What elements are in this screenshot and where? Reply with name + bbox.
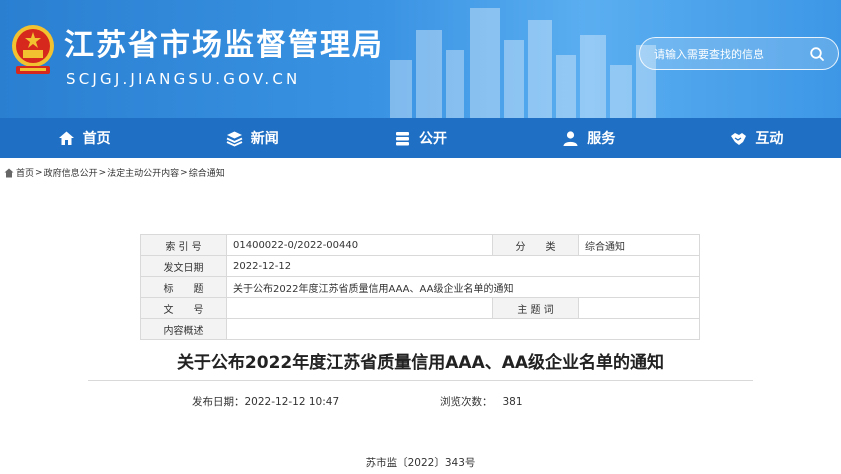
nav-item-label: 服务: [587, 131, 616, 147]
title-value: 关于公布2022年度江苏省质量信用AAA、AA级企业名单的通知: [226, 276, 700, 298]
site-domain: SCJGJ.JIANGSU.GOV.CN: [66, 70, 301, 88]
nav-item-label: 新闻: [250, 131, 279, 147]
stack-icon: [396, 131, 409, 145]
breadcrumb-separator: >: [180, 167, 188, 178]
breadcrumb-link-statutory[interactable]: 法定主动公开内容: [107, 166, 179, 179]
nav-item-home[interactable]: 首页: [0, 118, 168, 158]
publish-value: 2022-12-12 10:47: [244, 396, 340, 408]
nav-item-news[interactable]: 新闻: [168, 118, 336, 158]
table-row: 标 题 关于公布2022年度江苏省质量信用AAA、AA级企业名单的通知: [140, 276, 700, 298]
breadcrumb-link-gov-info[interactable]: 政府信息公开: [44, 166, 98, 179]
layers-icon: [226, 131, 243, 146]
docno-value: [226, 297, 493, 319]
publish-label: 发布日期：: [192, 396, 245, 408]
subject-label: 主 题 词: [492, 297, 579, 319]
table-row: 内容概述: [140, 318, 700, 340]
views-label: 浏览次数：: [440, 396, 493, 408]
user-icon: [563, 130, 578, 146]
summary-value: [226, 318, 700, 340]
title-label: 标 题: [140, 276, 227, 298]
breadcrumb-separator: >: [98, 167, 107, 178]
nav-item-label: 首页: [82, 131, 111, 147]
summary-label: 内容概述: [140, 318, 227, 340]
view-count: 浏览次数： 381: [440, 394, 523, 409]
nav-item-label: 互动: [755, 131, 784, 147]
breadcrumb-link-home[interactable]: 首页: [16, 166, 34, 179]
date-label: 发文日期: [140, 255, 227, 277]
docno-label: 文 号: [140, 297, 227, 319]
nav-item-service[interactable]: 服务: [505, 118, 673, 158]
document-info-table: 索 引 号 01400022-0/2022-00440 分 类 综合通知 发文日…: [140, 234, 700, 340]
nav-item-public[interactable]: 公开: [336, 118, 504, 158]
search-icon[interactable]: [809, 46, 825, 62]
nav-item-label: 公开: [419, 131, 447, 147]
search-box: [639, 37, 839, 70]
site-title[interactable]: 江苏省市场监督管理局: [64, 20, 384, 64]
nav-item-interact[interactable]: 互动: [673, 118, 841, 158]
subject-value: [578, 297, 700, 319]
breadcrumb-separator: >: [35, 167, 43, 178]
document-number: 苏市监〔2022〕343号: [365, 457, 476, 469]
home-icon: [4, 168, 14, 177]
main-nav: 首页 新闻 公开 服务 互动: [0, 118, 841, 158]
category-value: 综合通知: [578, 234, 700, 256]
breadcrumb: 首页 > 政府信息公开 > 法定主动公开内容 > 综合通知: [4, 166, 225, 179]
handshake-icon: [731, 132, 747, 145]
search-input[interactable]: [654, 46, 804, 62]
site-header: 江苏省市场监督管理局 SCJGJ.JIANGSU.GOV.CN: [0, 0, 841, 118]
category-label: 分 类: [492, 234, 579, 256]
table-row: 文 号 主 题 词: [140, 297, 700, 319]
table-row: 发文日期 2022-12-12: [140, 255, 700, 277]
article-title: 关于公布2022年度江苏省质量信用AAA、AA级企业名单的通知: [176, 353, 665, 373]
skyline-decoration: [390, 8, 656, 118]
views-value: 381: [502, 396, 523, 408]
national-emblem-icon: [12, 25, 54, 74]
date-value: 2022-12-12: [226, 255, 700, 277]
home-icon: [58, 131, 74, 145]
index-value: 01400022-0/2022-00440: [226, 234, 493, 256]
publish-date: 发布日期：2022-12-12 10:47: [192, 394, 339, 409]
index-label: 索 引 号: [140, 234, 227, 256]
table-row: 索 引 号 01400022-0/2022-00440 分 类 综合通知: [140, 234, 700, 256]
divider: [88, 380, 753, 381]
breadcrumb-link-notices[interactable]: 综合通知: [189, 166, 225, 179]
